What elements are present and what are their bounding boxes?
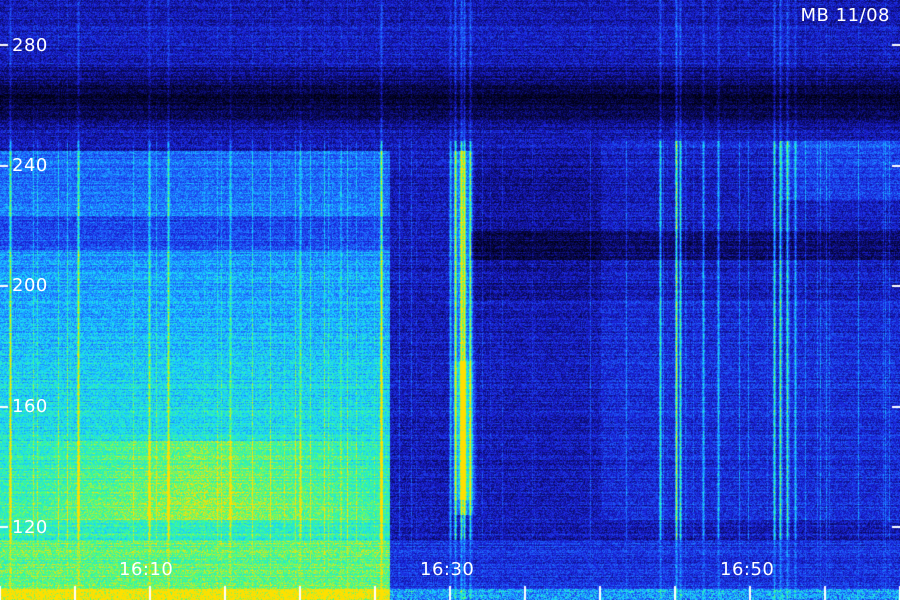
- chart-title: MB 11/08: [800, 5, 890, 26]
- y-tick-label-120: 120: [12, 517, 48, 538]
- spectrogram-plot: [0, 0, 900, 600]
- x-tick-label-1630: 16:30: [420, 559, 475, 580]
- y-tick-label-160: 160: [12, 396, 48, 417]
- y-tick-label-280: 280: [12, 35, 48, 56]
- y-tick-label-200: 200: [12, 275, 48, 296]
- y-tick-label-240: 240: [12, 155, 48, 176]
- x-tick-label-1610: 16:10: [119, 559, 174, 580]
- x-tick-label-1650: 16:50: [720, 559, 775, 580]
